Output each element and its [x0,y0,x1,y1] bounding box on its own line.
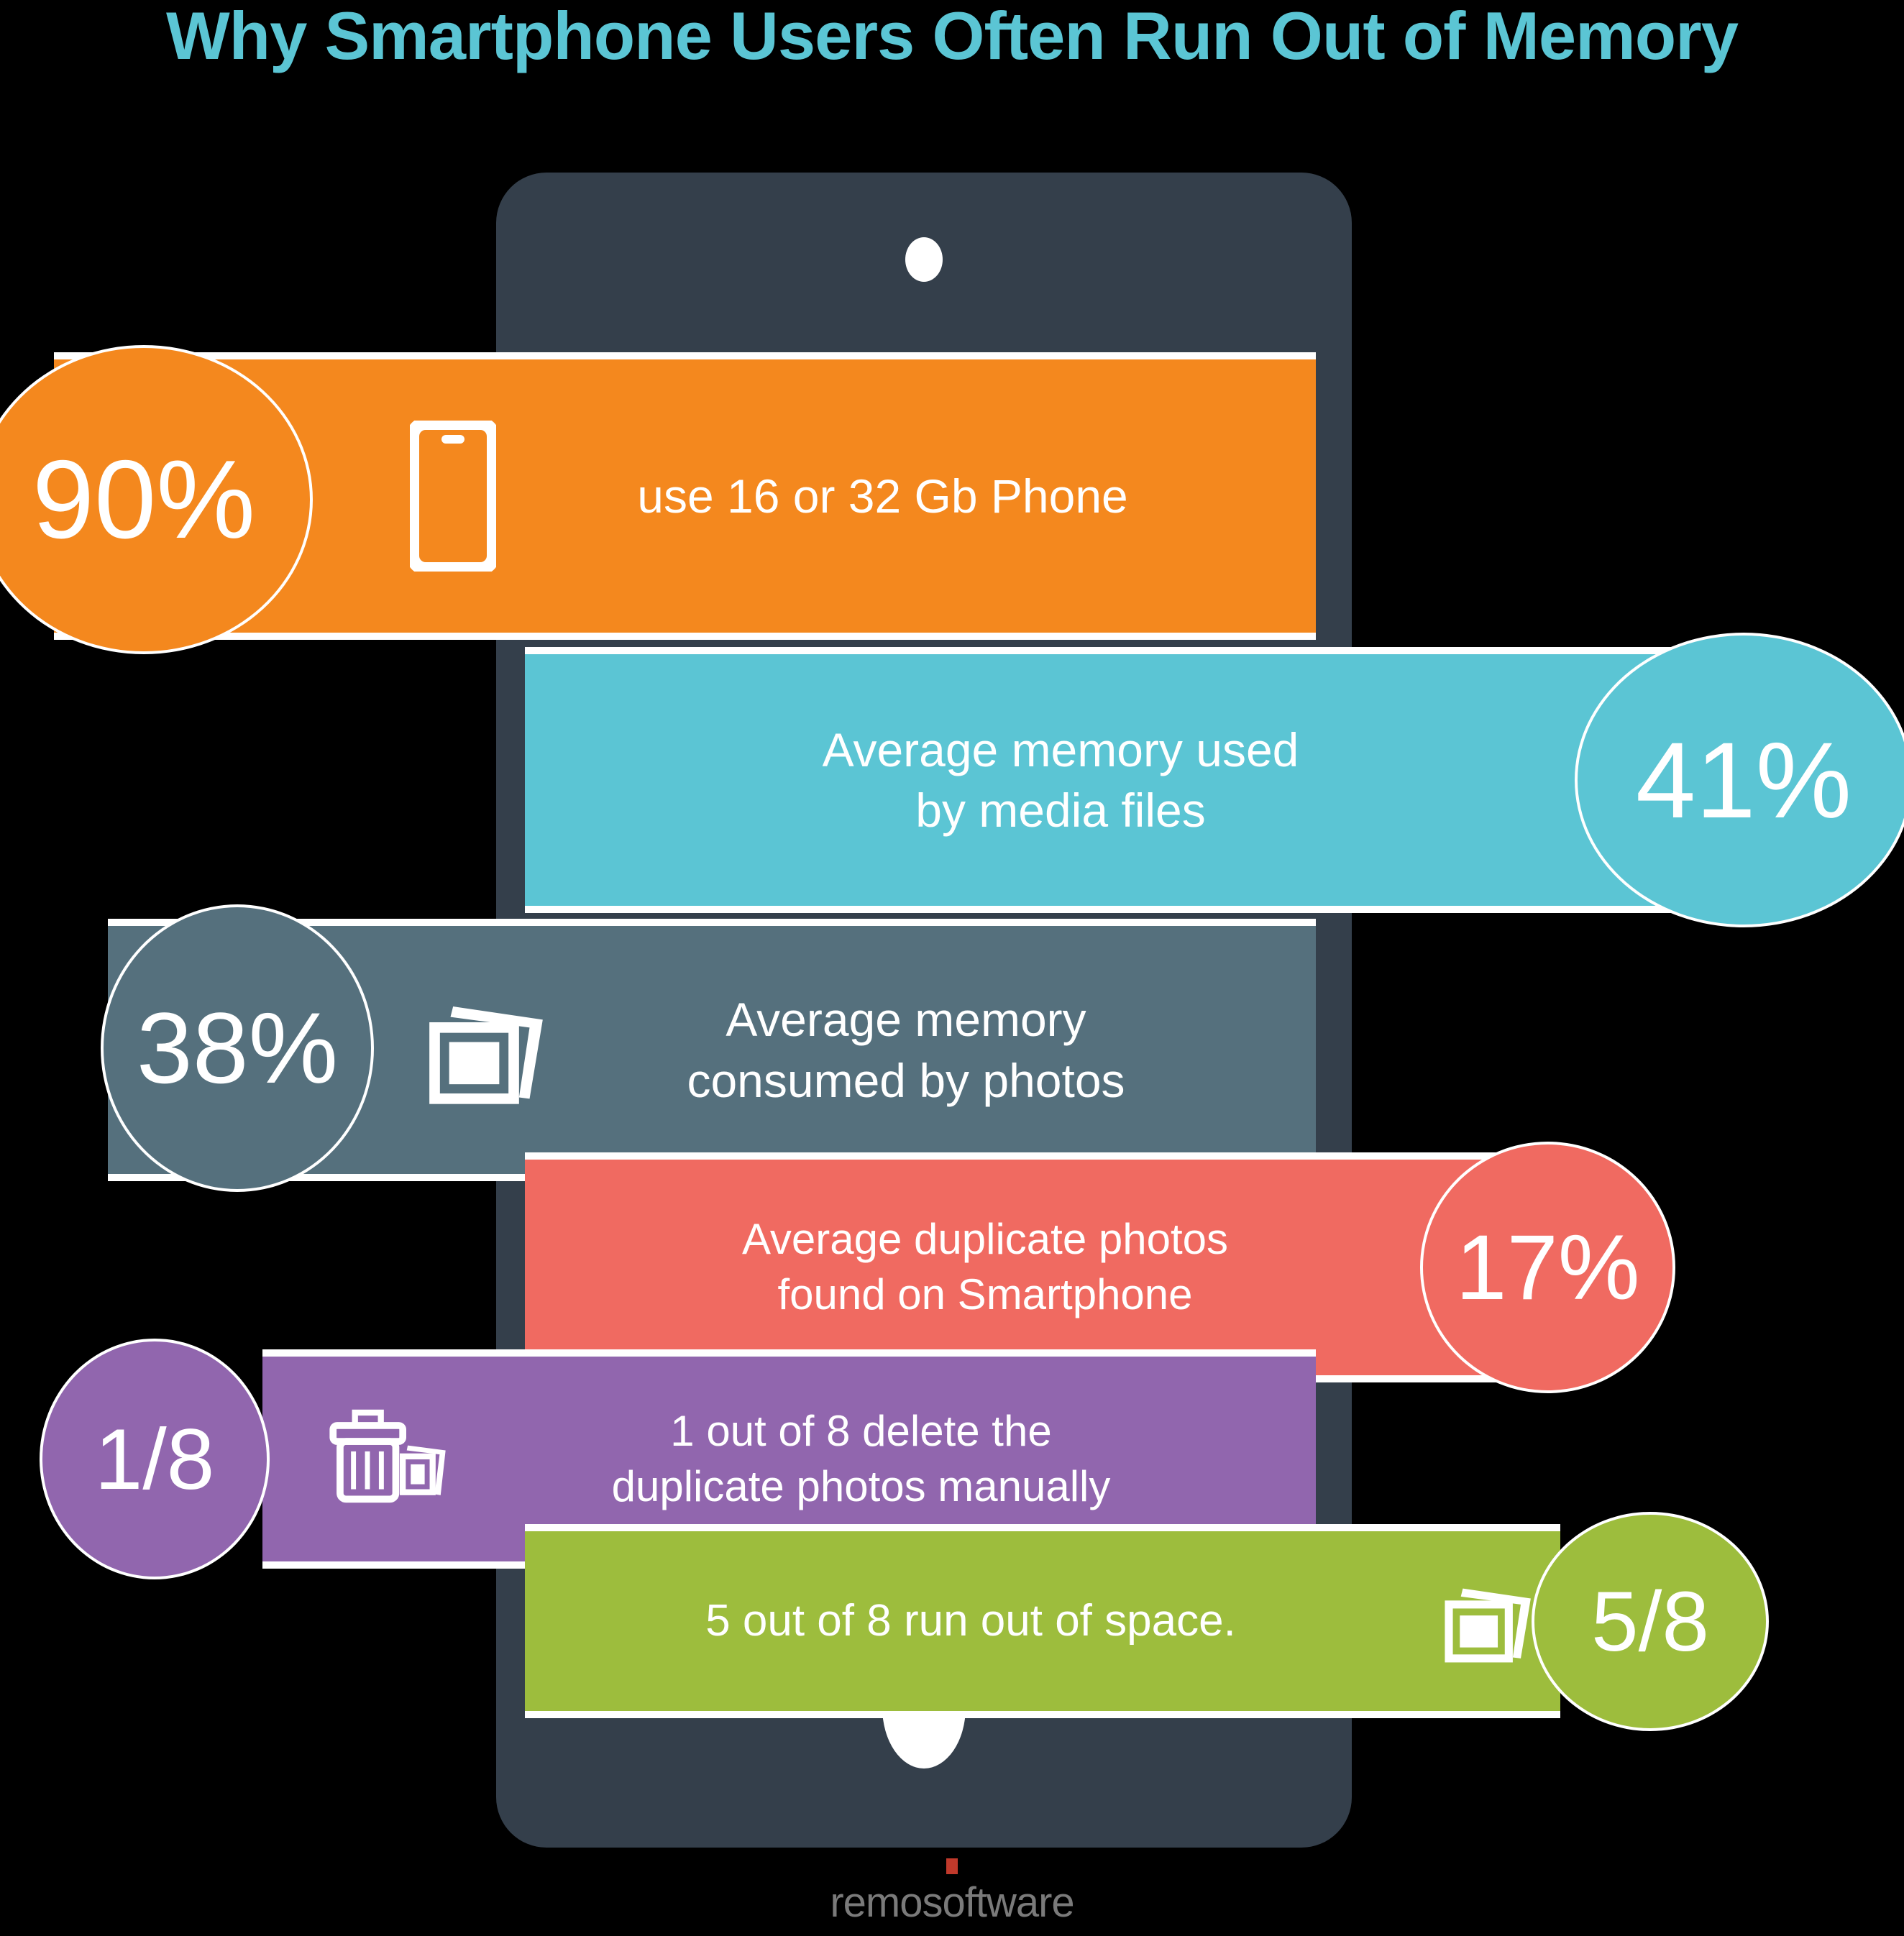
stat-value: 90% [32,437,256,561]
stat-value: 41% [1635,719,1852,840]
stat-label: use 16 or 32 Gb Phone [637,469,1128,523]
stat-label: 1 out of 8 delete the duplicate photos m… [611,1406,1111,1510]
stat-bubble-17: 17% [1420,1142,1675,1393]
brand-name: remosoftware [830,1879,1074,1926]
footer-logo: remosoftware [0,1858,1904,1927]
red-square-mark-icon [946,1858,958,1874]
stat-value: 1/8 [94,1410,215,1508]
smartphone-icon [370,421,536,572]
stat-value: 5/8 [1591,1574,1710,1669]
stat-label: Average duplicate photos found on Smartp… [741,1215,1229,1318]
photo-stack-icon [388,991,575,1109]
front-camera-icon [905,237,943,282]
stat-bubble-5-8: 5/8 [1532,1512,1769,1731]
stat-value: 17% [1455,1216,1640,1319]
page-title: Why Smartphone Users Often Run Out of Me… [165,0,1739,73]
stat-bubble-38: 38% [101,904,374,1192]
trash-with-photos-icon [309,1409,464,1510]
stat-bubble-1-8: 1/8 [40,1339,270,1579]
stat-label: Average memory consumed by photos [687,993,1125,1107]
stat-label: 5 out of 8 run out of space. [705,1596,1236,1646]
stat-bubble-41: 41% [1575,633,1904,927]
stat-value: 38% [136,991,339,1104]
stat-bar: 5 out of 8 run out of space. [525,1524,1560,1718]
stat-label: Average memory used by media files [822,722,1299,837]
